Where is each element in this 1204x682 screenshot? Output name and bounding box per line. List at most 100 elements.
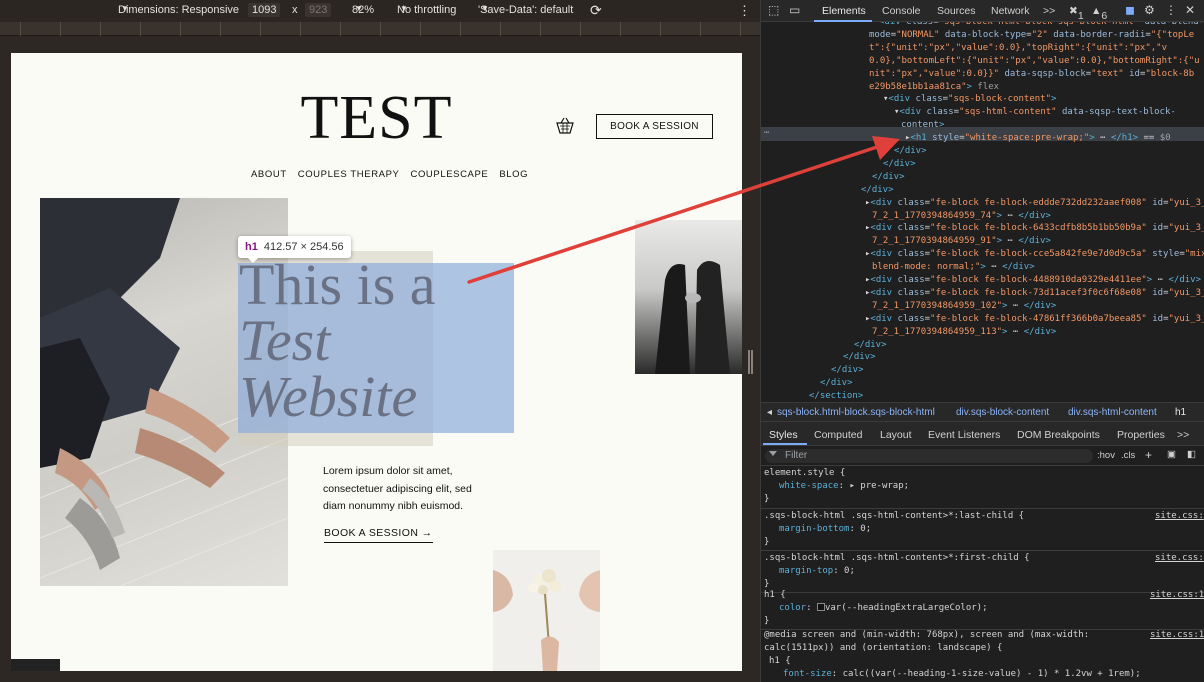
dom-node-line[interactable]: </section>	[809, 390, 863, 402]
tab-console[interactable]: Console	[882, 5, 921, 17]
tab-layout[interactable]: Layout	[880, 429, 912, 441]
breadcrumb-item[interactable]: sqs-block.html-block.sqs-block-html	[777, 407, 935, 418]
dom-node-line[interactable]: </div>	[831, 364, 864, 377]
rule-selector[interactable]: .sqs-block-html .sqs-html-content>*:last…	[764, 510, 1024, 523]
cart-icon[interactable]	[555, 117, 575, 135]
hov-toggle[interactable]: :hov	[1097, 450, 1115, 461]
rule-declaration[interactable]: margin-top: 0;	[779, 565, 855, 578]
error-count-badge[interactable]: ✖ 1	[1069, 5, 1084, 22]
breadcrumb-scroll-left-icon[interactable]: ◂	[767, 407, 772, 418]
nav-item-blog[interactable]: BLOG	[499, 169, 528, 180]
height-input[interactable]: 923	[305, 3, 332, 17]
rotate-icon[interactable]: ⟳	[590, 2, 602, 19]
width-input[interactable]: 1093	[248, 3, 281, 17]
more-options-icon[interactable]: ⋮	[738, 3, 751, 19]
tooltip-size: 412.57 × 254.56	[263, 241, 344, 253]
rule-separator	[761, 508, 1204, 509]
dom-node-line[interactable]: <div class="sqs-block html-block sqs-blo…	[879, 22, 1204, 29]
rule-declaration[interactable]: white-space: ▸ pre-wrap;	[779, 480, 909, 493]
dom-node-line[interactable]: </div>	[843, 351, 876, 364]
settings-gear-icon[interactable]: ⚙	[1144, 3, 1155, 17]
dom-node-line[interactable]: content>	[901, 119, 944, 132]
breadcrumb-item[interactable]: div.sqs-block-content	[956, 407, 1049, 418]
tab-event-listeners[interactable]: Event Listeners	[928, 429, 1000, 441]
dom-node-line[interactable]: ▾<div class="sqs-block-content">	[883, 93, 1056, 106]
tab-sources[interactable]: Sources	[937, 5, 976, 17]
rule-source-link[interactable]: site.css:	[1155, 510, 1204, 523]
rule-close: }	[764, 494, 770, 504]
error-count: 1	[1077, 10, 1084, 22]
dom-node-line[interactable]: ▾<div class="sqs-html-content" data-sqsp…	[894, 106, 1176, 119]
rule-declaration[interactable]: margin-bottom: 0;	[779, 523, 871, 536]
nav-item-couples-therapy[interactable]: COUPLES THERAPY	[298, 169, 400, 180]
dom-node-line[interactable]: 7_2_1_1770394864959_74"> ⋯ </div>	[872, 210, 1051, 223]
dom-node-line[interactable]: nit":"px","value":0.0}}" data-sqsp-block…	[869, 68, 1194, 81]
more-tabs-button[interactable]: >>	[1177, 429, 1189, 441]
add-rule-icon[interactable]: +	[1145, 448, 1152, 462]
tab-properties[interactable]: Properties	[1117, 429, 1165, 441]
rule-selector[interactable]: element.style {	[764, 467, 845, 480]
nav-item-couplescape[interactable]: COUPLESCAPE	[410, 169, 488, 180]
inspect-element-icon[interactable]: ⬚	[768, 3, 779, 17]
breadcrumb-item-current[interactable]: h1	[1175, 407, 1186, 418]
dom-node-line[interactable]: ▸<div class="fe-block fe-block-6433cdfb8…	[865, 222, 1204, 235]
book-session-link[interactable]: BOOK A SESSION →	[324, 527, 433, 543]
rule-source-link[interactable]: site.css:1	[1150, 629, 1204, 642]
color-swatch[interactable]	[816, 603, 825, 611]
nav-item-about[interactable]: ABOUT	[251, 169, 287, 180]
breadcrumb-item[interactable]: div.sqs-html-content	[1068, 407, 1157, 418]
rule-selector[interactable]: .sqs-block-html .sqs-html-content>*:firs…	[764, 552, 1030, 565]
tab-elements[interactable]: Elements	[822, 5, 866, 17]
dom-node-line[interactable]: </div>	[883, 158, 916, 171]
rule-selector[interactable]: h1 {	[769, 655, 791, 668]
paint-icon[interactable]: ▣	[1167, 449, 1176, 460]
dom-node-line[interactable]: e29b58e1bb1aa81ca"> flex	[869, 81, 999, 94]
rule-value: calc((var(--heading-1-size-value) - 1) *…	[842, 669, 1141, 679]
dom-node-line[interactable]: ▸<h1 style="white-space:pre-wrap;"> ⋯ </…	[905, 132, 1171, 145]
tab-network[interactable]: Network	[991, 5, 1030, 17]
dom-node-line[interactable]: ▸<div class="fe-block fe-block-4488910da…	[865, 274, 1201, 287]
rule-source-link[interactable]: site.css:	[1155, 552, 1204, 565]
photo-corner	[11, 659, 60, 671]
dom-node-line[interactable]: ▸<div class="fe-block fe-block-47861ff36…	[865, 313, 1204, 326]
device-toggle-icon[interactable]: ▭	[789, 3, 800, 17]
filter-input[interactable]: Filter	[765, 449, 1093, 463]
dom-node-line[interactable]: </div>	[894, 145, 927, 158]
cls-toggle[interactable]: .cls	[1121, 450, 1135, 461]
warning-count-badge[interactable]: ▲ 6	[1091, 5, 1107, 22]
dom-node-line[interactable]: </div>	[854, 339, 887, 352]
resize-handle[interactable]	[748, 350, 753, 374]
dom-node-line[interactable]: blend-mode: normal;"> ⋯ </div>	[872, 261, 1035, 274]
rule-selector[interactable]: h1 {	[764, 589, 786, 602]
more-options-icon[interactable]: ⋮	[1165, 3, 1177, 17]
toggle-sidebar-icon[interactable]: ◧	[1187, 449, 1196, 460]
book-session-button[interactable]: BOOK A SESSION	[596, 114, 713, 139]
rule-declaration[interactable]: font-size: calc((var(--heading-1-size-va…	[783, 668, 1141, 681]
devtools-panel: ⬚ ▭ Elements Console Sources Network >> …	[760, 0, 1204, 682]
rule-declaration[interactable]: color: var(--headingExtraLargeColor);	[779, 602, 988, 615]
ai-assist-icon[interactable]: ◼	[1125, 3, 1135, 17]
tab-styles[interactable]: Styles	[769, 429, 798, 441]
rule-value: var(--headingExtraLargeColor);	[824, 603, 988, 613]
dom-node-line[interactable]: t":{"unit":"px","value":0.0},"topRight":…	[869, 42, 1167, 55]
row-ellipsis-icon[interactable]: ⋯	[764, 127, 769, 140]
dom-node-line[interactable]: </div>	[861, 184, 894, 197]
dom-node-line[interactable]: </div>	[820, 377, 853, 390]
dom-node-line[interactable]: mode="NORMAL" data-block-type="2" data-b…	[869, 29, 1194, 42]
dom-node-line[interactable]: 7_2_1_1770394864959_113"> ⋯ </div>	[872, 326, 1056, 339]
more-tabs-button[interactable]: >>	[1043, 5, 1055, 17]
rule-source-link[interactable]: site.css:1	[1150, 589, 1204, 602]
dom-node-line[interactable]: 7_2_1_1770394864959_102"> ⋯ </div>	[872, 300, 1056, 313]
tab-dom-breakpoints[interactable]: DOM Breakpoints	[1017, 429, 1100, 441]
dom-node-line[interactable]: ▸<div class="fe-block fe-block-eddde732d…	[865, 197, 1204, 210]
dom-node-line[interactable]: 0.0},"bottomLeft":{"unit":"px","value":0…	[869, 55, 1200, 68]
dom-node-line[interactable]: ▸<div class="fe-block fe-block-73d11acef…	[865, 287, 1204, 300]
dom-node-line[interactable]: </div>	[872, 171, 905, 184]
dom-node-line[interactable]: 7_2_1_1770394864959_91"> ⋯ </div>	[872, 235, 1051, 248]
times-label: x	[292, 4, 298, 16]
media-query-line: calc(1511px)) and (orientation: landscap…	[764, 643, 1003, 653]
tab-computed[interactable]: Computed	[814, 429, 862, 441]
close-icon[interactable]: ✕	[1185, 3, 1195, 17]
rule-prop: white-space	[779, 481, 839, 491]
dom-node-line[interactable]: ▸<div class="fe-block fe-block-cce5a842f…	[865, 248, 1204, 261]
